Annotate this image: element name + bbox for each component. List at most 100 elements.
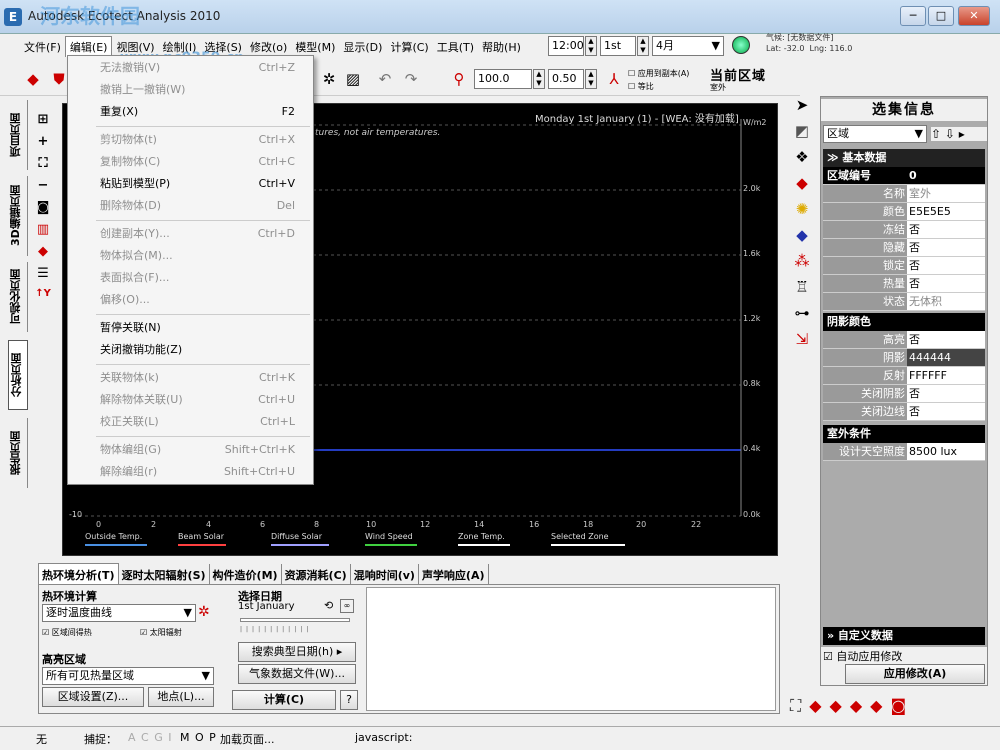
list-icon[interactable]: ☰: [32, 266, 54, 288]
solar-checkbox[interactable]: ☑: [140, 628, 147, 637]
menu-item-undo[interactable]: 无法撤销(V) Ctrl+Z: [68, 57, 313, 78]
apply-copy-checkbox[interactable]: ☐: [628, 69, 635, 78]
axis-y-icon[interactable]: ↑Y: [32, 288, 54, 310]
sun-icon[interactable]: ✺: [788, 200, 816, 226]
interzonal-checkbox[interactable]: ☑: [42, 628, 49, 637]
thermal-type-select[interactable]: 逐时温度曲线 ▼: [42, 604, 196, 622]
calculate-button[interactable]: 计算(C): [232, 690, 336, 710]
zoom-out-icon[interactable]: −: [32, 178, 54, 200]
day-spinner[interactable]: ▲ ▼: [637, 36, 649, 56]
render-icon[interactable]: ◆: [850, 696, 870, 715]
time-input[interactable]: 12:00: [548, 36, 584, 56]
prop-value[interactable]: 否: [907, 331, 985, 349]
auto-apply-checkbox[interactable]: ☑: [823, 650, 833, 663]
menu-item-repeat[interactable]: 重复(X) F2: [68, 101, 313, 122]
menu-item-fix-links[interactable]: 校正关联(L) Ctrl+L: [68, 411, 313, 432]
tab-thermal[interactable]: 热环境分析(T): [38, 563, 119, 586]
outdoor-section[interactable]: 室外条件: [823, 425, 985, 443]
day-input[interactable]: 1st: [600, 36, 636, 56]
zone-id-value[interactable]: 0: [907, 167, 985, 185]
cubes-icon[interactable]: ◆: [788, 174, 816, 200]
tab-acoustic[interactable]: 声学响应(A): [419, 564, 489, 586]
render-icon[interactable]: ◆: [809, 696, 829, 715]
prop-value[interactable]: 无体积: [907, 293, 985, 311]
panel-icon[interactable]: ◆: [788, 226, 816, 252]
menu-item-link[interactable]: 关联物体(k) Ctrl+K: [68, 367, 313, 388]
value-spinner-2[interactable]: ▲ ▼: [585, 69, 597, 89]
prop-value[interactable]: 否: [907, 275, 985, 293]
zoom-in-icon[interactable]: +: [32, 134, 54, 156]
status-snap-modes-2[interactable]: M O P: [180, 731, 217, 744]
value-input-1[interactable]: 100.0: [474, 69, 532, 89]
menu-item-cut[interactable]: 剪切物体(t) Ctrl+X: [68, 129, 313, 150]
menu-display[interactable]: 显示(D): [339, 37, 386, 57]
prop-value[interactable]: 室外: [907, 185, 985, 203]
search-typical-day-button[interactable]: 搜索典型日期(h) ▸: [238, 642, 356, 662]
prop-value[interactable]: FFFFFF: [907, 367, 985, 385]
redo-arrow-icon[interactable]: ↷: [400, 68, 422, 90]
prop-value[interactable]: 否: [907, 257, 985, 275]
link-icon[interactable]: ∞: [340, 599, 354, 613]
menu-file[interactable]: 文件(F): [20, 37, 65, 57]
basic-data-section[interactable]: ≫ 基本数据: [823, 149, 985, 167]
prop-value[interactable]: 8500 lux: [907, 443, 985, 461]
menu-item-unlink[interactable]: 解除物体关联(U) Ctrl+U: [68, 389, 313, 410]
weather-file-button[interactable]: 气象数据文件(W)...: [238, 664, 356, 684]
menu-modify[interactable]: 修改(o): [246, 37, 291, 57]
object-icon[interactable]: ◆: [32, 244, 54, 266]
time-spinner[interactable]: ▲ ▼: [585, 36, 597, 56]
selection-nav-icons[interactable]: ⇧ ⇩ ▸: [931, 127, 987, 141]
render-icon[interactable]: ◆: [830, 696, 850, 715]
menu-item-ungroup[interactable]: 解除编组(r) Shift+Ctrl+U: [68, 461, 313, 482]
camera-icon[interactable]: ◙: [32, 200, 54, 222]
refresh-icon[interactable]: ⟲: [324, 599, 333, 612]
cluster-icon[interactable]: ❖: [788, 148, 816, 174]
scatter-icon[interactable]: ⁂: [788, 252, 816, 278]
prop-value[interactable]: 否: [907, 403, 985, 421]
gear-icon[interactable]: ✲: [318, 68, 340, 90]
magnet-icon[interactable]: ⚲: [448, 68, 470, 90]
book-icon[interactable]: ▥: [32, 222, 54, 244]
tab-solar[interactable]: 逐时太阳辐射(S): [119, 564, 210, 586]
render-icon[interactable]: ◆: [870, 696, 890, 715]
globe-icon[interactable]: [732, 36, 750, 54]
custom-data-section[interactable]: » 自定义数据: [823, 627, 985, 645]
prop-value[interactable]: 否: [907, 221, 985, 239]
month-select[interactable]: 4月 ▼: [652, 36, 724, 56]
value-input-2[interactable]: 0.50: [548, 69, 584, 89]
tab-visualize[interactable]: 可视化页面: [8, 262, 28, 332]
prop-value[interactable]: 否: [907, 385, 985, 403]
menu-item-group[interactable]: 物体编组(G) Shift+Ctrl+K: [68, 439, 313, 460]
hierarchy-icon[interactable]: ⊶: [788, 304, 816, 330]
menu-edit[interactable]: 编辑(E): [64, 36, 113, 57]
prop-value[interactable]: 444444: [907, 349, 985, 367]
menu-item-disable-undo[interactable]: 关闭撤销功能(Z): [68, 339, 313, 360]
maximize-button[interactable]: □: [928, 6, 954, 26]
minimize-button[interactable]: ─: [900, 6, 926, 26]
menu-tools[interactable]: 工具(T): [433, 37, 478, 57]
menu-item-paste[interactable]: 粘贴到模型(P) Ctrl+V: [68, 173, 313, 194]
date-slider[interactable]: [240, 618, 350, 622]
highlight-zone-select[interactable]: 所有可见热量区域 ▼: [42, 667, 214, 685]
grid-icon[interactable]: ⊞: [32, 112, 54, 134]
menu-item-undo-last[interactable]: 撤销上一撤销(W): [68, 79, 313, 100]
tab-resource[interactable]: 资源消耗(C): [282, 564, 351, 586]
prop-value[interactable]: 否: [907, 239, 985, 257]
menu-item-delete[interactable]: 删除物体(D) Del: [68, 195, 313, 216]
menu-item-copy[interactable]: 复制物体(C) Ctrl+C: [68, 151, 313, 172]
export-icon[interactable]: ⇲: [788, 330, 816, 356]
selection-type-select[interactable]: 区域 ▼: [823, 125, 927, 143]
paint-icon[interactable]: ◩: [788, 122, 816, 148]
undo-arrow-icon[interactable]: ↶: [374, 68, 396, 90]
menu-item-fit-surface[interactable]: 表面拟合(F)...: [68, 267, 313, 288]
menu-calculate[interactable]: 计算(C): [386, 37, 432, 57]
menu-model[interactable]: 模型(M): [291, 37, 339, 57]
menu-item-fit-object[interactable]: 物体拟合(M)...: [68, 245, 313, 266]
tab-3d-edit[interactable]: 3D编辑页面: [8, 176, 28, 256]
menu-item-pause-link[interactable]: 暂停关联(N): [68, 317, 313, 338]
output-textarea[interactable]: [366, 587, 776, 711]
proportional-checkbox[interactable]: ☐: [628, 82, 635, 91]
pointer-icon[interactable]: ➤: [788, 96, 816, 122]
status-snap-modes[interactable]: A C G I: [128, 731, 172, 744]
tab-analysis[interactable]: 分析页面: [8, 340, 28, 410]
